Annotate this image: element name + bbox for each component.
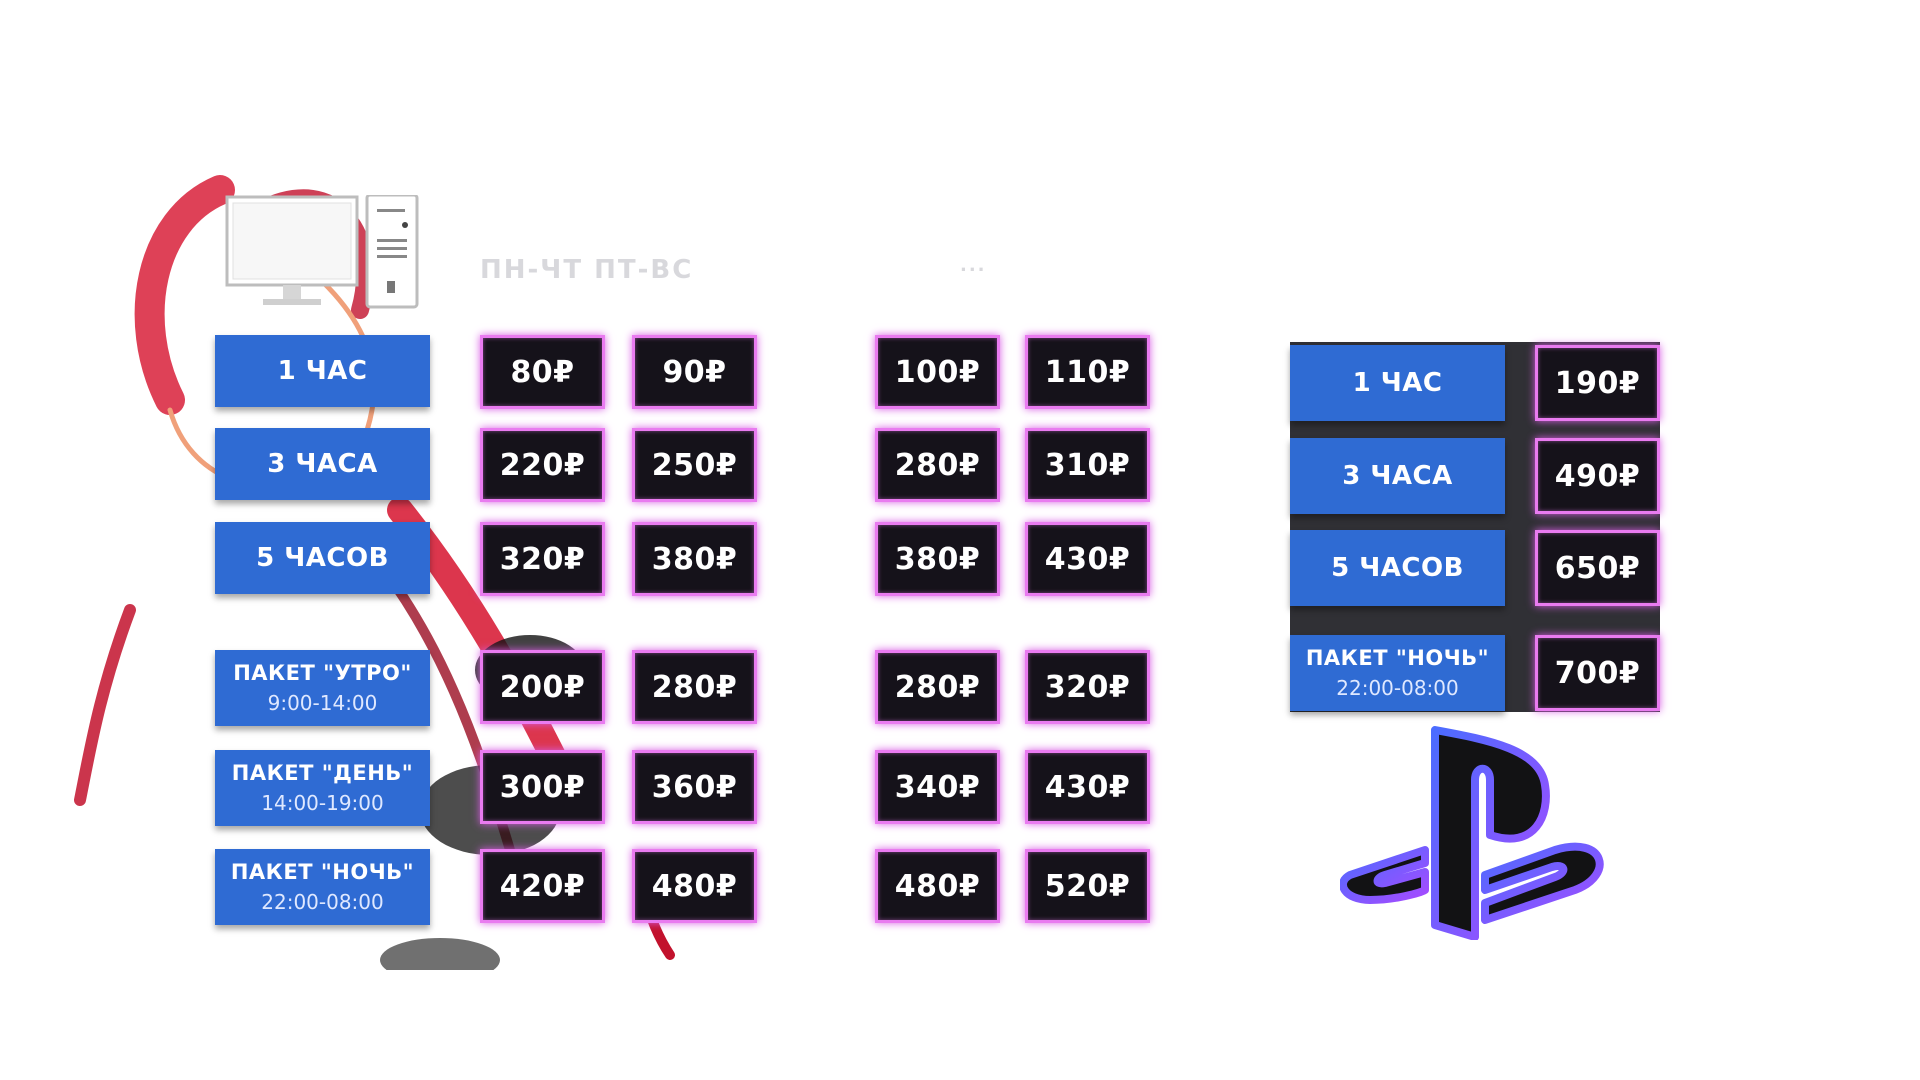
price-cell: 310₽ xyxy=(1025,428,1150,502)
price-cell: 280₽ xyxy=(875,650,1000,724)
pc-row-1h: 1 ЧАС xyxy=(215,335,430,407)
price-cell: 80₽ xyxy=(480,335,605,409)
pc-row-day: ПАКЕТ "ДЕНЬ" 14:00-19:00 xyxy=(215,750,430,826)
price-cell: 380₽ xyxy=(632,522,757,596)
ps-price-cell: 190₽ xyxy=(1535,345,1660,421)
price-cell: 320₽ xyxy=(480,522,605,596)
ps-row-night: ПАКЕТ "НОЧЬ" 22:00-08:00 xyxy=(1290,635,1505,711)
price-cell: 90₽ xyxy=(632,335,757,409)
ps-price-cell: 700₽ xyxy=(1535,635,1660,711)
price-cell: 200₽ xyxy=(480,650,605,724)
playstation-logo-icon xyxy=(1340,726,1604,940)
price-cell: 480₽ xyxy=(875,849,1000,923)
pc-row-5h: 5 ЧАСОВ xyxy=(215,522,430,594)
price-cell: 280₽ xyxy=(875,428,1000,502)
ps-row-5h: 5 ЧАСОВ xyxy=(1290,530,1505,606)
price-cell: 250₽ xyxy=(632,428,757,502)
ps-row-1h: 1 ЧАС xyxy=(1290,345,1505,421)
ps-row-3h: 3 ЧАСА xyxy=(1290,438,1505,514)
pc-row-morning: ПАКЕТ "УТРО" 9:00-14:00 xyxy=(215,650,430,726)
pc-row-3h: 3 ЧАСА xyxy=(215,428,430,500)
price-cell: 420₽ xyxy=(480,849,605,923)
pc-row-night: ПАКЕТ "НОЧЬ" 22:00-08:00 xyxy=(215,849,430,925)
header-text: ПН-ЧТ ПТ-ВС xyxy=(480,255,694,285)
pc-row-time: 22:00-08:00 xyxy=(261,890,384,914)
price-cell: 360₽ xyxy=(632,750,757,824)
ps-row-time: 22:00-08:00 xyxy=(1336,676,1459,700)
pc-row-label: 3 ЧАСА xyxy=(267,449,378,479)
price-cell: 110₽ xyxy=(1025,335,1150,409)
price-cell: 340₽ xyxy=(875,750,1000,824)
pc-row-time: 9:00-14:00 xyxy=(267,691,378,715)
ps-row-label: 1 ЧАС xyxy=(1352,368,1443,398)
ps-row-label: 5 ЧАСОВ xyxy=(1331,553,1464,583)
price-cell: 430₽ xyxy=(1025,750,1150,824)
pc-row-label: 1 ЧАС xyxy=(277,356,368,386)
price-cell: 100₽ xyxy=(875,335,1000,409)
pc-icon xyxy=(225,195,419,309)
price-cell: 430₽ xyxy=(1025,522,1150,596)
ps-row-label: 3 ЧАСА xyxy=(1342,461,1453,491)
price-cell: 300₽ xyxy=(480,750,605,824)
price-cell: 520₽ xyxy=(1025,849,1150,923)
header-right-text: ... xyxy=(960,255,987,276)
pc-row-label: 5 ЧАСОВ xyxy=(256,543,389,573)
ps-row-label: ПАКЕТ "НОЧЬ" xyxy=(1305,646,1490,670)
price-cell: 280₽ xyxy=(632,650,757,724)
price-cell: 320₽ xyxy=(1025,650,1150,724)
pc-row-label: ПАКЕТ "НОЧЬ" xyxy=(230,860,415,884)
price-cell: 480₽ xyxy=(632,849,757,923)
price-cell: 380₽ xyxy=(875,522,1000,596)
ps-price-cell: 650₽ xyxy=(1535,530,1660,606)
pc-row-time: 14:00-19:00 xyxy=(261,791,384,815)
pc-row-label: ПАКЕТ "УТРО" xyxy=(233,661,412,685)
pc-row-label: ПАКЕТ "ДЕНЬ" xyxy=(231,761,414,785)
ps-price-cell: 490₽ xyxy=(1535,438,1660,514)
price-cell: 220₽ xyxy=(480,428,605,502)
